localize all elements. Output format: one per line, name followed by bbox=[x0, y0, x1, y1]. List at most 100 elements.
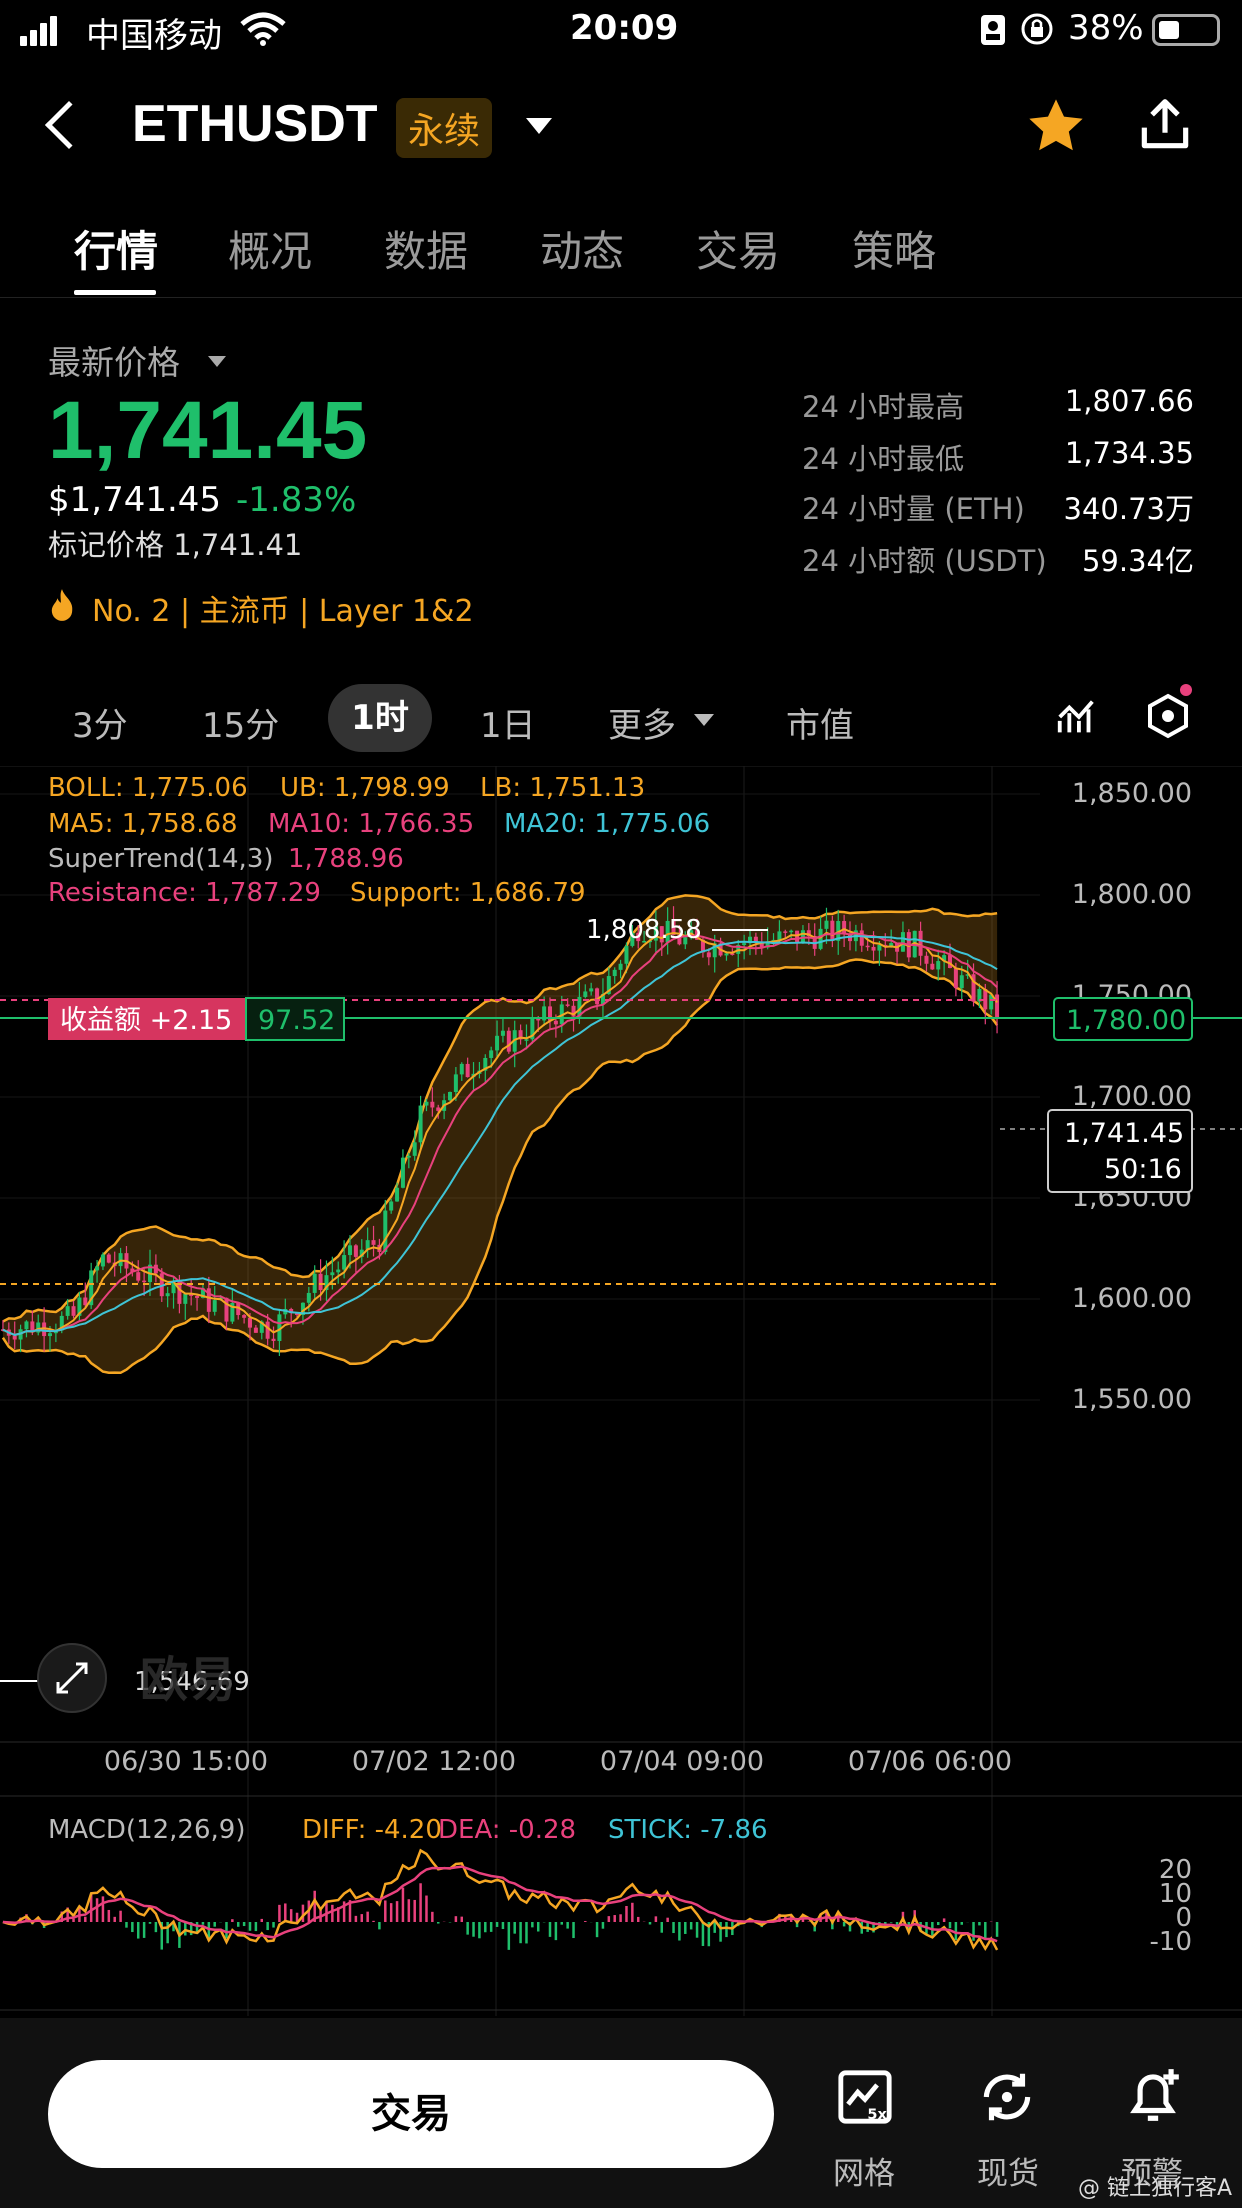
interval-bar: 3分 15分 1时 1日 更多 市值 bbox=[0, 684, 1242, 752]
candle-body bbox=[453, 1074, 458, 1092]
candle-body bbox=[465, 1063, 470, 1078]
candle-body bbox=[142, 1280, 147, 1283]
tab-strategy[interactable]: 策略 bbox=[852, 218, 936, 279]
candle-body bbox=[318, 1273, 323, 1291]
candle-body bbox=[24, 1321, 29, 1330]
tab-overview[interactable]: 概况 bbox=[228, 218, 312, 279]
signal-icon bbox=[20, 16, 57, 46]
candle-body bbox=[95, 1266, 100, 1271]
candle-body bbox=[330, 1272, 335, 1276]
interval-1d[interactable]: 1日 bbox=[480, 698, 536, 747]
alert-bell-icon[interactable] bbox=[1122, 2064, 1184, 2126]
spot-swap-icon[interactable] bbox=[976, 2066, 1038, 2128]
header: ETHUSDT 永续 bbox=[0, 84, 1242, 176]
candle-body bbox=[412, 1142, 417, 1156]
candle-body bbox=[253, 1327, 258, 1333]
stat-value: 59.34亿 bbox=[1081, 544, 1194, 578]
candle-body bbox=[936, 961, 941, 970]
trade-button[interactable]: 交易 bbox=[48, 2060, 774, 2168]
candle-body bbox=[106, 1254, 111, 1263]
ma5-label: MA5: 1,758.68 bbox=[48, 809, 238, 839]
candle-body bbox=[395, 1187, 400, 1202]
candle-body bbox=[489, 1050, 494, 1058]
pnl-label: 收益额 +2.15 bbox=[60, 1005, 232, 1036]
y-tick-label: 1,800.00 bbox=[1072, 879, 1192, 910]
stat-value: 340.73万 bbox=[1063, 492, 1194, 526]
boll-lb-label: LB: 1,751.13 bbox=[480, 773, 645, 803]
supertrend-label: SuperTrend(14,3) bbox=[48, 844, 274, 874]
stat-value: 1,734.35 bbox=[1064, 436, 1194, 470]
back-icon[interactable] bbox=[44, 100, 94, 150]
rotation-lock-icon bbox=[1021, 13, 1053, 45]
macd-dea-line bbox=[2, 1865, 998, 1943]
candle-body bbox=[706, 952, 711, 958]
indicator-icon[interactable] bbox=[1054, 694, 1100, 740]
candle-body bbox=[953, 968, 958, 989]
interval-15m[interactable]: 15分 bbox=[202, 698, 279, 747]
user-watermark: @ 链上独行客A bbox=[1077, 2176, 1232, 2201]
x-tick-label: 07/02 12:00 bbox=[352, 1746, 516, 1777]
candle-body bbox=[271, 1338, 276, 1341]
candle-body bbox=[859, 930, 864, 946]
price-change: -1.83% bbox=[236, 480, 357, 520]
interval-more[interactable]: 更多 bbox=[608, 698, 676, 747]
order-price-tag: 1,780.00 bbox=[1053, 997, 1193, 1041]
star-icon[interactable] bbox=[1024, 94, 1088, 158]
candle-body bbox=[918, 930, 923, 956]
boll-label: BOLL: 1,775.06 bbox=[48, 773, 248, 803]
tab-trade[interactable]: 交易 bbox=[696, 218, 780, 279]
share-icon[interactable] bbox=[1134, 94, 1196, 156]
grid-label[interactable]: 网格 bbox=[804, 2148, 924, 2193]
price-type-label[interactable]: 最新价格 bbox=[48, 336, 180, 384]
last-price: 1,741.45 bbox=[48, 385, 368, 476]
candle-body bbox=[183, 1293, 188, 1304]
settings-hex-icon[interactable] bbox=[1144, 692, 1192, 740]
mark-price: 标记价格 1,741.41 bbox=[48, 528, 303, 562]
symbol-dropdown-icon[interactable] bbox=[526, 118, 552, 134]
candle-body bbox=[595, 988, 600, 1005]
order-price-value: 1,780.00 bbox=[1066, 1005, 1186, 1036]
more-dropdown-icon[interactable] bbox=[694, 714, 714, 726]
supertrend-value: 1,788.96 bbox=[288, 844, 404, 874]
candle-body bbox=[418, 1105, 423, 1143]
tab-market[interactable]: 行情 bbox=[74, 218, 158, 279]
okx-watermark: 欧易 bbox=[140, 1652, 236, 1708]
coin-tags[interactable]: No. 2 | 主流币 | Layer 1&2 bbox=[92, 586, 474, 630]
candle-body bbox=[506, 1030, 511, 1052]
ma10-label: MA10: 1,766.35 bbox=[268, 809, 474, 839]
candle-body bbox=[342, 1255, 347, 1270]
candle-body bbox=[842, 921, 847, 935]
resistance-label: Resistance: 1,787.29 bbox=[48, 878, 321, 908]
candle-body bbox=[242, 1315, 247, 1318]
ma20-label: MA20: 1,775.06 bbox=[504, 809, 710, 839]
stat-label: 24 小时量 (ETH) bbox=[802, 492, 1025, 526]
interval-3m[interactable]: 3分 bbox=[72, 698, 128, 747]
price-chart[interactable]: 1,850.001,800.001,750.001,700.001,650.00… bbox=[0, 766, 1242, 2016]
symbol-title[interactable]: ETHUSDT bbox=[132, 94, 378, 154]
candle-body bbox=[583, 991, 588, 997]
x-tick-label: 06/30 15:00 bbox=[104, 1746, 268, 1777]
tab-data[interactable]: 数据 bbox=[384, 218, 468, 279]
expand-chart-icon[interactable] bbox=[37, 1643, 107, 1713]
boll-ub-label: UB: 1,798.99 bbox=[280, 773, 450, 803]
bollinger-bands bbox=[1, 894, 999, 1375]
candle-body bbox=[383, 1210, 388, 1252]
tab-feed[interactable]: 动态 bbox=[540, 218, 624, 279]
interval-market-cap[interactable]: 市值 bbox=[786, 698, 854, 747]
candle-body bbox=[459, 1063, 464, 1075]
macd-dea: DEA: -0.28 bbox=[438, 1815, 576, 1845]
interval-1h[interactable]: 1时 bbox=[328, 684, 432, 752]
price-type-dropdown-icon[interactable] bbox=[208, 356, 226, 367]
grid-bot-icon[interactable]: 5x bbox=[836, 2068, 894, 2126]
main-tabs: 行情 概况 数据 动态 交易 策略 bbox=[0, 218, 1242, 298]
candle-body bbox=[500, 1030, 505, 1036]
battery-icon bbox=[1152, 14, 1220, 46]
candle-body bbox=[789, 930, 794, 933]
candle-body bbox=[830, 920, 835, 941]
candle-body bbox=[248, 1317, 252, 1328]
support-label: Support: 1,686.79 bbox=[350, 878, 586, 908]
spot-label[interactable]: 现货 bbox=[948, 2148, 1068, 2193]
candle-body bbox=[353, 1245, 358, 1257]
candle-body bbox=[877, 944, 882, 951]
candle-body bbox=[136, 1272, 141, 1281]
